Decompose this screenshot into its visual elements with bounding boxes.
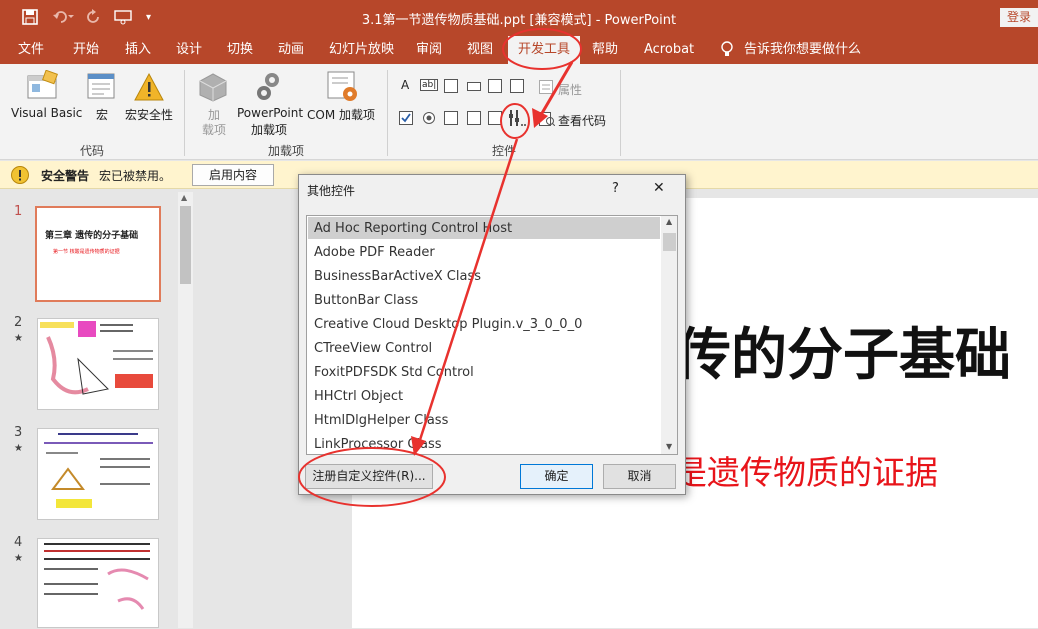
annotation-arrow-2 [416, 138, 519, 447]
annotation-arrow-1 [536, 61, 574, 121]
annotation-ellipse-register-button [298, 447, 446, 507]
annotation-ellipse-more-controls [500, 103, 530, 139]
annotation-arrowhead-1 [532, 108, 548, 128]
annotation-ellipse-developer-tab [502, 28, 582, 70]
annotation-overlay [298, 28, 582, 507]
